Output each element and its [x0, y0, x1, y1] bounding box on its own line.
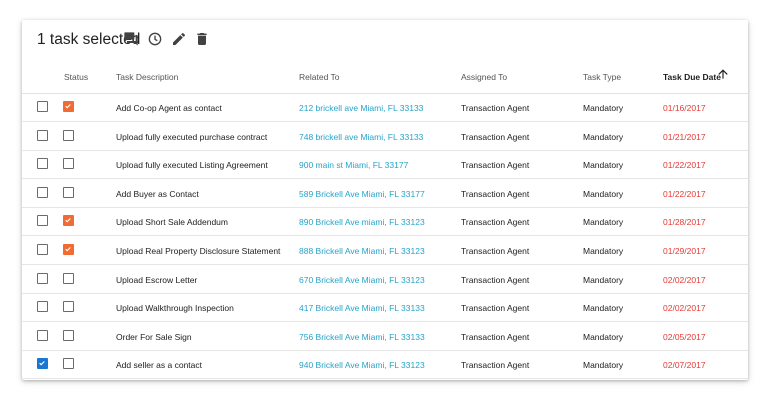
status-checkbox[interactable]: [63, 244, 74, 255]
task-type: Mandatory: [583, 103, 624, 113]
due-date: 02/07/2017: [663, 360, 706, 371]
status-checkbox[interactable]: [63, 272, 74, 284]
due-date: 01/22/2017: [663, 188, 706, 199]
status-checkbox[interactable]: [63, 186, 74, 198]
status-checkbox[interactable]: [63, 215, 74, 227]
assigned-to: Transaction Agent: [461, 360, 530, 371]
table-row[interactable]: Order For Sale Sign 756 Brickell Ave Miam…: [22, 322, 748, 351]
table-row[interactable]: Upload fully executed Listing Agreement 9…: [22, 150, 748, 180]
status-checkbox[interactable]: [63, 101, 74, 112]
status-checkbox[interactable]: [63, 329, 74, 341]
comment-icon[interactable]: [123, 31, 139, 47]
related-address-link[interactable]: 670 Brickell Ave Miami, FL 33123: [299, 275, 425, 285]
task-description: Upload Short Sale Addendum: [116, 217, 228, 228]
due-date: 02/02/2017: [663, 303, 706, 314]
task-description: Upload Real Property Disclosure Statemen…: [116, 246, 281, 256]
related-address-link[interactable]: 748 brickell ave Miami, FL 33133: [299, 132, 423, 142]
task-description: Upload Escrow Letter: [116, 274, 198, 285]
row-select-checkbox[interactable]: [37, 129, 48, 141]
due-date: 01/29/2017: [663, 246, 706, 256]
header-type[interactable]: Task Type: [583, 72, 621, 82]
assigned-to: Transaction Agent: [461, 131, 530, 142]
task-type: Mandatory: [583, 360, 624, 371]
row-select-checkbox[interactable]: [37, 158, 48, 170]
due-date: 02/05/2017: [663, 331, 706, 342]
related-address-link[interactable]: 212 brickell ave Miami, FL 33133: [299, 103, 423, 113]
task-description: Upload fully executed Listing Agreement: [116, 160, 268, 171]
status-checkbox[interactable]: [63, 301, 74, 313]
due-date: 01/16/2017: [663, 103, 706, 113]
table-row[interactable]: Upload Escrow Letter 670 Brickell Ave Mia…: [22, 265, 748, 294]
row-select-checkbox[interactable]: [37, 358, 48, 370]
related-address-link[interactable]: 417 Brickell Ave Miami, FL 33133: [299, 303, 425, 313]
header-status[interactable]: Status: [64, 72, 88, 82]
task-type: Mandatory: [583, 331, 624, 342]
table-row[interactable]: Add Buyer as Contact 589 Brickell Ave Mia…: [22, 179, 748, 208]
task-type: Mandatory: [583, 303, 624, 314]
delete-icon[interactable]: [194, 31, 210, 47]
clock-icon[interactable]: [147, 31, 163, 47]
table-row[interactable]: Add seller as a contact 940 Brickell Ave …: [22, 350, 748, 380]
related-address-link[interactable]: 589 Brickell Ave Miami, FL 33177: [299, 189, 425, 199]
row-select-checkbox[interactable]: [37, 272, 48, 284]
due-date: 02/02/2017: [663, 274, 706, 285]
table-row[interactable]: Add Co-op Agent as contact 212 brickell a…: [22, 93, 748, 122]
table-header: Status Task Description Related To Assig…: [22, 60, 748, 94]
due-date: 01/28/2017: [663, 217, 706, 228]
task-type: Mandatory: [583, 246, 624, 256]
table-row[interactable]: Upload Walkthrough Inspection 417 Brickel…: [22, 293, 748, 323]
task-type: Mandatory: [583, 188, 624, 199]
table-row[interactable]: Upload Short Sale Addendum 890 Brickell A…: [22, 207, 748, 237]
assigned-to: Transaction Agent: [461, 103, 530, 113]
header-assigned[interactable]: Assigned To: [461, 72, 507, 82]
task-type: Mandatory: [583, 160, 624, 171]
edit-icon[interactable]: [171, 31, 187, 47]
related-address-link[interactable]: 900 main st Miami, FL 33177: [299, 160, 408, 170]
task-type: Mandatory: [583, 274, 624, 285]
row-select-checkbox[interactable]: [37, 215, 48, 227]
task-description: Upload fully executed purchase contract: [116, 131, 268, 142]
table-row[interactable]: Upload Real Property Disclosure Statemen…: [22, 236, 748, 265]
header-related[interactable]: Related To: [299, 72, 339, 82]
assigned-to: Transaction Agent: [461, 246, 530, 256]
selection-toolbar: 1 task selected: [22, 20, 748, 60]
assigned-to: Transaction Agent: [461, 331, 530, 342]
task-type: Mandatory: [583, 131, 624, 142]
due-date: 01/21/2017: [663, 131, 706, 142]
status-checkbox[interactable]: [63, 158, 74, 170]
row-select-checkbox[interactable]: [37, 244, 48, 255]
task-type: Mandatory: [583, 217, 624, 228]
task-description: Order For Sale Sign: [116, 331, 192, 342]
related-address-link[interactable]: 756 Brickell Ave Miami, FL 33133: [299, 332, 425, 342]
related-address-link[interactable]: 888 Brickell Ave Miami, FL 33123: [299, 246, 425, 256]
assigned-to: Transaction Agent: [461, 217, 530, 228]
assigned-to: Transaction Agent: [461, 160, 530, 171]
row-select-checkbox[interactable]: [37, 329, 48, 341]
row-select-checkbox[interactable]: [37, 101, 48, 112]
task-table-card: 1 task selected Status Task Description …: [22, 20, 748, 380]
task-description: Upload Walkthrough Inspection: [116, 303, 234, 314]
assigned-to: Transaction Agent: [461, 303, 530, 314]
table-row[interactable]: Upload fully executed purchase contract 7…: [22, 122, 748, 151]
related-address-link[interactable]: 890 Brickell Ave miami, FL 33123: [299, 217, 425, 227]
due-date: 01/22/2017: [663, 160, 706, 171]
related-address-link[interactable]: 940 Brickell Ave Miami, FL 33123: [299, 360, 425, 370]
task-description: Add Co-op Agent as contact: [116, 103, 222, 113]
status-checkbox[interactable]: [63, 129, 74, 141]
row-select-checkbox[interactable]: [37, 301, 48, 313]
row-select-checkbox[interactable]: [37, 186, 48, 198]
header-due-date[interactable]: Task Due Date: [663, 72, 721, 82]
assigned-to: Transaction Agent: [461, 274, 530, 285]
header-description[interactable]: Task Description: [116, 72, 178, 82]
sort-ascending-icon[interactable]: [716, 67, 730, 81]
status-checkbox[interactable]: [63, 358, 74, 370]
assigned-to: Transaction Agent: [461, 188, 530, 199]
task-description: Add seller as a contact: [116, 360, 202, 371]
task-description: Add Buyer as Contact: [116, 188, 199, 199]
